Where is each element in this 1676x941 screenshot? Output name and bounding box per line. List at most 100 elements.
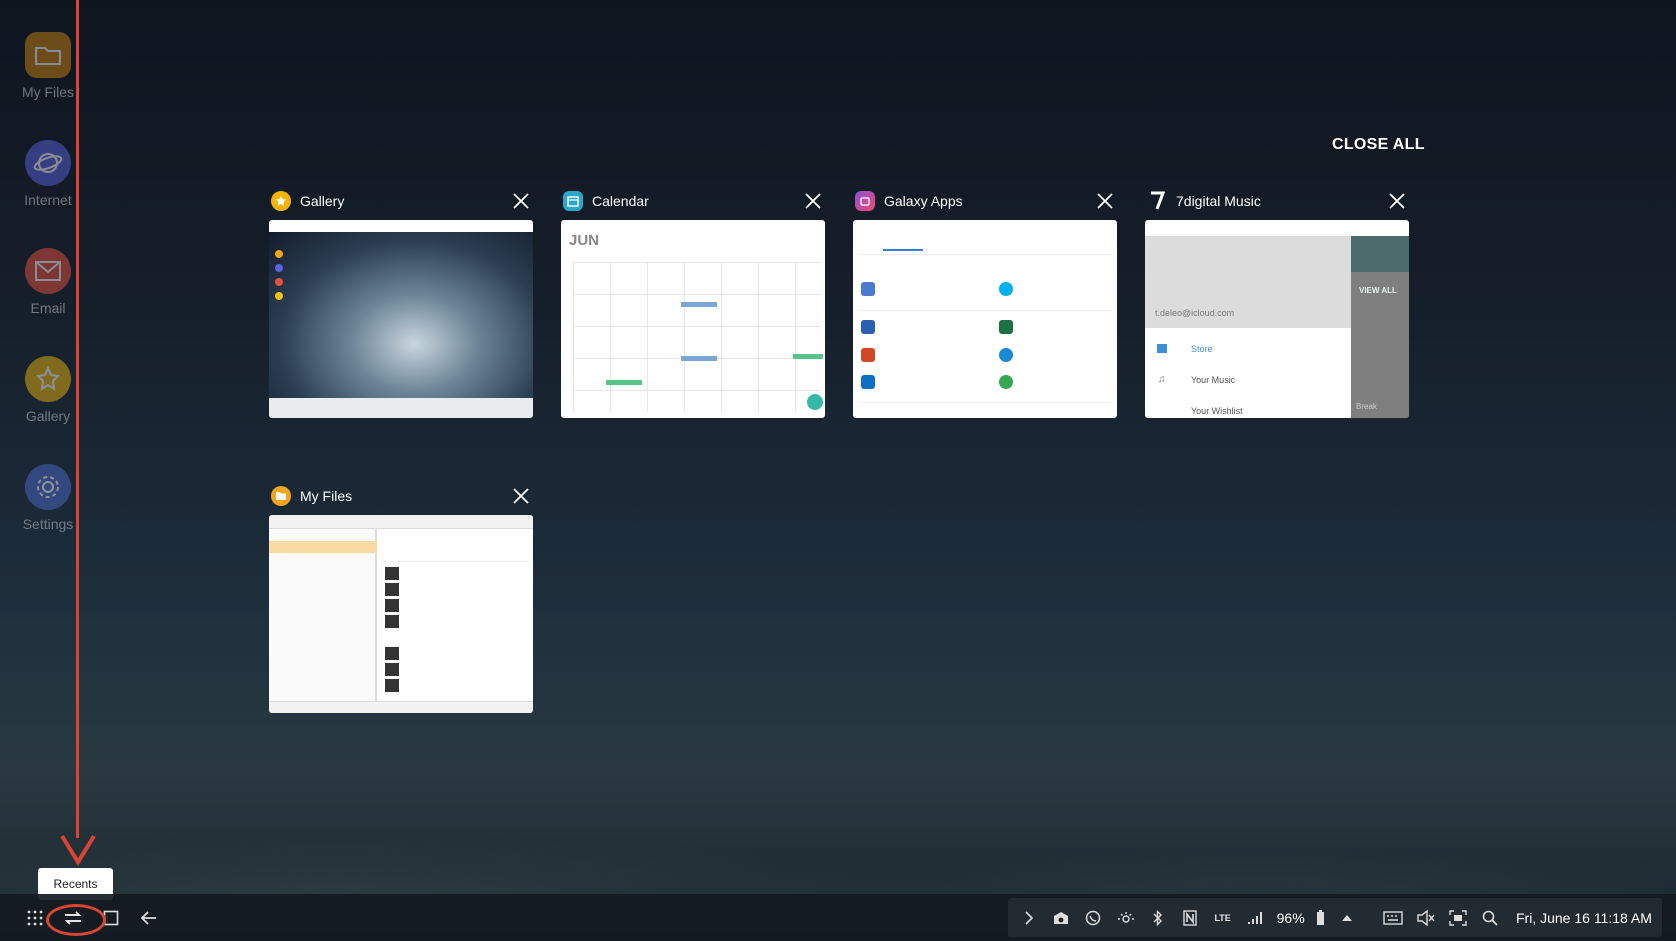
desktop-icon-email[interactable]: Email [14, 248, 82, 356]
card-header: Calendar [561, 186, 825, 216]
file-thumbnail [385, 679, 399, 692]
keyboard-icon[interactable] [1383, 907, 1404, 929]
app-tile [861, 320, 875, 334]
desktop-icon-internet[interactable]: Internet [14, 140, 82, 248]
account-email: t.deleo@icloud.com [1155, 308, 1235, 318]
bluetooth-icon[interactable] [1147, 907, 1168, 929]
file-thumbnail [385, 615, 399, 628]
desktop-icon-gallery[interactable]: Gallery [14, 356, 82, 464]
card-thumbnail[interactable] [853, 220, 1117, 418]
desktop-icons: My Files Internet Email Gallery Settings [14, 32, 82, 572]
close-icon[interactable] [1095, 191, 1115, 211]
active-tab-indicator [883, 249, 923, 251]
divider [859, 254, 1111, 255]
card-header: My Files [269, 481, 533, 511]
calendar-month: JUN [569, 232, 600, 249]
app-tile [999, 348, 1013, 362]
divider [859, 402, 1111, 403]
app-tile [999, 320, 1013, 334]
lte-indicator: LTE [1214, 912, 1231, 923]
card-title: 7digital Music [1176, 193, 1261, 209]
app-tile [999, 375, 1013, 389]
file-thumbnail [385, 663, 399, 676]
file-thumbnail [385, 583, 399, 596]
flower-icon [25, 356, 71, 402]
close-icon[interactable] [511, 486, 531, 506]
cart-icon [1157, 344, 1167, 353]
divider [381, 561, 529, 562]
file-thumbnail [385, 599, 399, 612]
menu-item-store: Store [1191, 344, 1213, 354]
galaxy-apps-icon [855, 191, 875, 211]
file-thumbnail [385, 647, 399, 660]
annotation-arrow-line [76, 0, 79, 838]
card-thumbnail[interactable]: JUN [561, 220, 825, 418]
mail-icon [25, 248, 71, 294]
recent-card-my-files[interactable]: My Files [269, 481, 533, 713]
search-icon[interactable] [1480, 907, 1501, 929]
brightness-icon[interactable] [1115, 907, 1136, 929]
card-thumbnail[interactable] [269, 515, 533, 713]
folder-icon [25, 32, 71, 78]
close-icon[interactable] [1387, 191, 1407, 211]
app-tile [999, 282, 1013, 296]
mute-icon[interactable] [1415, 907, 1436, 929]
calendar-icon [563, 191, 583, 211]
caret-up-icon[interactable] [1336, 907, 1357, 929]
status-tray: LTE 96% Fri, June 16 11:18 AM [1008, 898, 1662, 937]
card-title: Galaxy Apps [884, 193, 963, 209]
card-title: Gallery [300, 193, 345, 209]
recent-card-7digital-music[interactable]: 7digital Music t.deleo@icloud.com VIEW A… [1145, 186, 1409, 418]
card-title: My Files [300, 488, 353, 504]
card-header: 7digital Music [1145, 186, 1409, 216]
recent-card-gallery[interactable]: Gallery [269, 186, 533, 418]
back-button[interactable] [130, 899, 168, 937]
card-thumbnail[interactable]: t.deleo@icloud.com VIEW ALL Break Store … [1145, 220, 1409, 418]
app-tile [861, 375, 875, 389]
add-event-button [807, 394, 823, 410]
close-all-button[interactable]: CLOSE ALL [1332, 136, 1425, 154]
files-sidebar [269, 529, 377, 713]
music-side-text: Break [1356, 402, 1377, 411]
thumb-app-dot [275, 278, 283, 286]
clock-date[interactable]: Fri, June 16 11:18 AM [1516, 910, 1652, 926]
thumbnail-wallpaper [269, 232, 533, 418]
card-header: Galaxy Apps [853, 186, 1117, 216]
close-icon[interactable] [511, 191, 531, 211]
calendar-event [681, 302, 717, 307]
gallery-icon [271, 191, 291, 211]
desktop-icon-label: My Files [21, 84, 75, 100]
whatsapp-icon[interactable] [1083, 907, 1104, 929]
taskbar: LTE 96% Fri, June 16 11:18 AM [0, 894, 1676, 941]
desktop-icon-settings[interactable]: Settings [14, 464, 82, 572]
desktop-icon-my-files[interactable]: My Files [14, 32, 82, 140]
divider [859, 310, 1111, 311]
app-tile [861, 282, 875, 296]
thumb-app-dot [275, 264, 283, 272]
files-sidebar-selected [269, 541, 377, 553]
thumb-app-dot [275, 250, 283, 258]
desktop-icon-label: Internet [24, 192, 72, 208]
screenshot-icon[interactable] [1447, 907, 1468, 929]
recent-card-calendar[interactable]: Calendar JUN [561, 186, 825, 418]
nfc-icon[interactable] [1180, 907, 1201, 929]
music-toolbar [1351, 236, 1409, 272]
chevron-right-icon[interactable] [1018, 907, 1039, 929]
music-note-icon: ♫ [1158, 374, 1166, 385]
annotation-circle [46, 904, 106, 936]
thumb-app-dot [275, 292, 283, 300]
gear-icon [25, 464, 71, 510]
desktop-icon-label: Gallery [25, 408, 71, 424]
recent-card-galaxy-apps[interactable]: Galaxy Apps [853, 186, 1117, 418]
battery-icon [1316, 907, 1326, 929]
calendar-grid [573, 262, 821, 412]
camera-store-icon[interactable] [1050, 907, 1071, 929]
annotation-arrowhead-icon [60, 834, 96, 866]
close-icon[interactable] [803, 191, 823, 211]
menu-item-your-wishlist: Your Wishlist [1191, 406, 1243, 416]
card-header: Gallery [269, 186, 533, 216]
apps-grid-icon [27, 910, 43, 925]
calendar-event [793, 354, 823, 359]
card-thumbnail[interactable] [269, 220, 533, 418]
file-thumbnail [385, 567, 399, 580]
